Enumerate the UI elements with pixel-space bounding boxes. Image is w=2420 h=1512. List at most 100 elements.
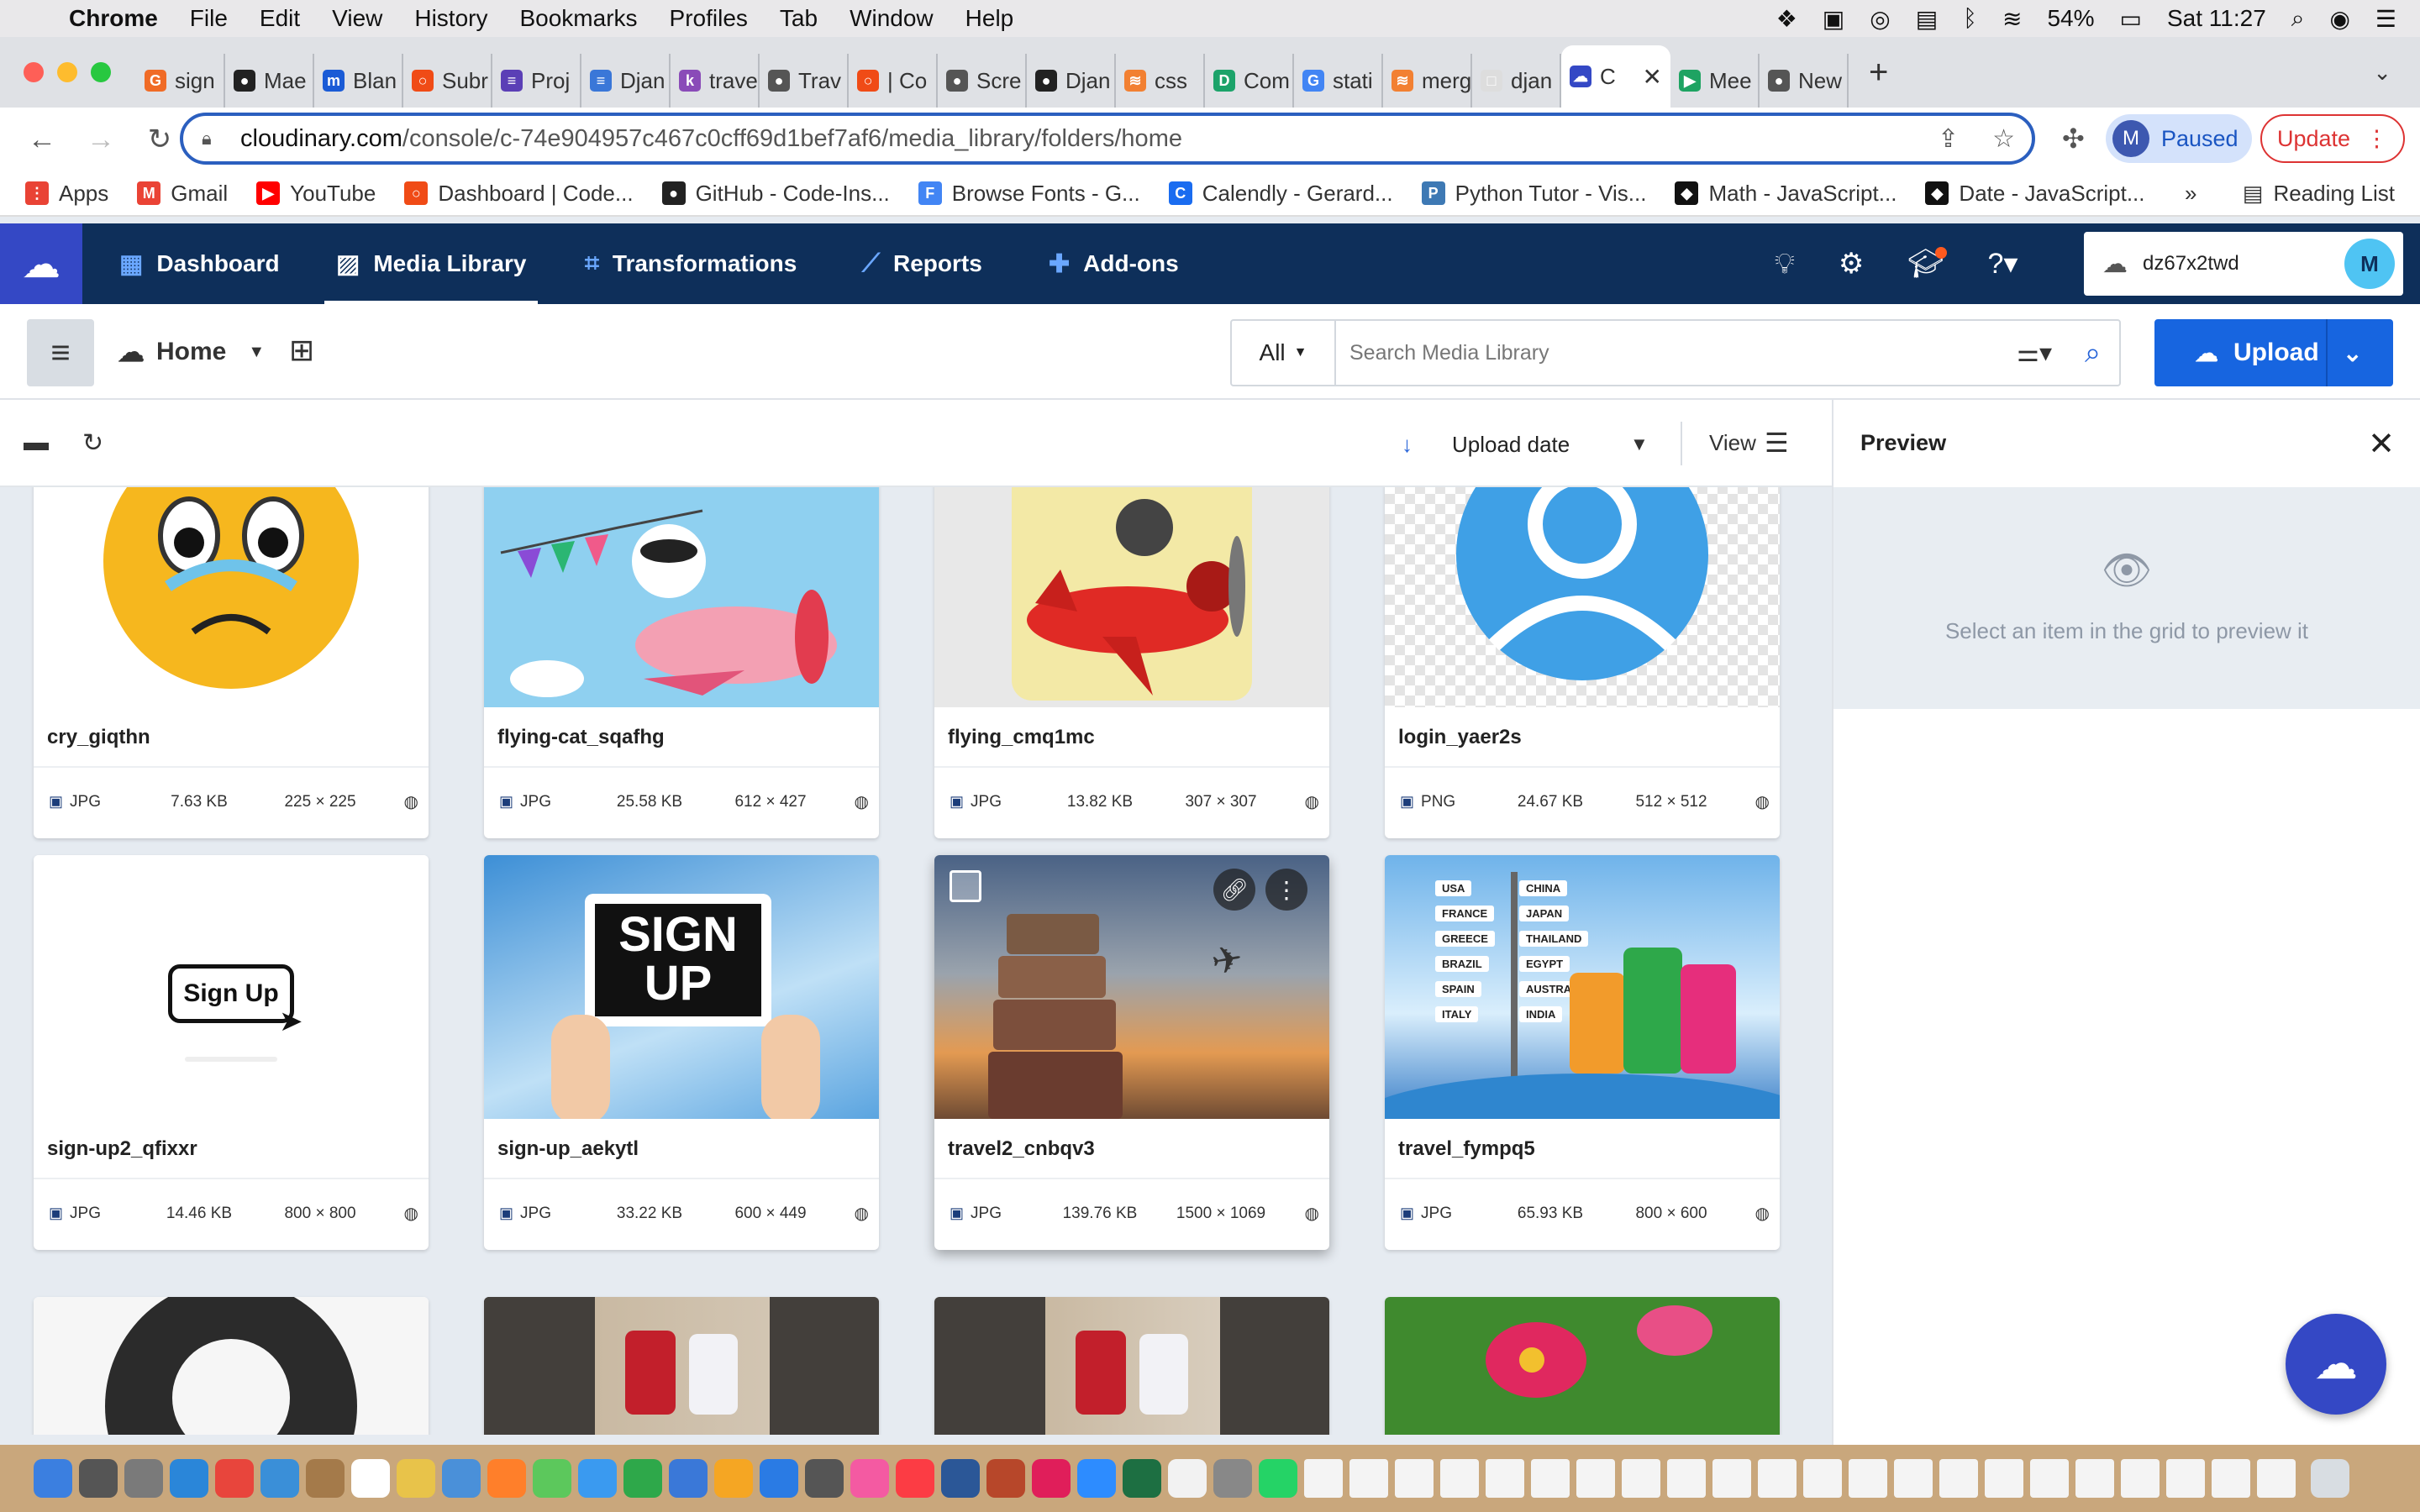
screen-record-icon[interactable]: ▣ (1823, 5, 1844, 33)
bookmark-item[interactable]: C Calendly - Gerard... (1168, 181, 1393, 207)
siri-icon[interactable]: ◉ (2329, 5, 2349, 33)
account-switcher[interactable]: ☁ dz67x2twd M (2084, 232, 2403, 296)
search-icon[interactable]: ⌕ (2085, 337, 2101, 370)
bookmarks-overflow[interactable]: » (2185, 181, 2196, 207)
browser-tab[interactable]: □ djan (1472, 54, 1561, 108)
dock-app-icon[interactable] (533, 1459, 571, 1498)
bluetooth-icon[interactable]: ᛒ (1963, 5, 1977, 32)
lightbulb-icon[interactable]: 💡︎ (1775, 248, 1795, 281)
browser-tab[interactable]: ▶ Mee (1670, 54, 1760, 108)
dock-app-icon[interactable] (941, 1459, 980, 1498)
dock-app-icon[interactable] (397, 1459, 435, 1498)
dock-app-icon[interactable] (896, 1459, 934, 1498)
dock-app-icon[interactable] (1032, 1459, 1071, 1498)
bookmark-item[interactable]: ● GitHub - Code-Ins... (661, 181, 890, 207)
dock-document-thumbnail[interactable] (1849, 1459, 1887, 1498)
browser-tab[interactable]: ≋ merg (1383, 54, 1472, 108)
dock-document-thumbnail[interactable] (1440, 1459, 1479, 1498)
asset-card[interactable]: USA CHINA FRANCE JAPAN GREECE THAILAND BRAZIL E… (1385, 855, 1780, 1250)
bookmark-item[interactable]: ▶ YouTube (256, 181, 376, 207)
menu-window[interactable]: Window (850, 5, 934, 32)
asset-name[interactable]: sign-up_aekytl (497, 1137, 639, 1161)
help-icon[interactable]: ?▾ (1987, 247, 2018, 281)
share-icon[interactable]: ⇪ (1938, 124, 1959, 154)
close-tab-icon[interactable]: ✕ (1643, 63, 1662, 91)
chevron-down-icon[interactable]: ▼ (1630, 433, 1649, 455)
sort-field[interactable]: Upload date (1452, 432, 1570, 458)
dock-app-icon[interactable] (850, 1459, 889, 1498)
list-view-icon[interactable]: ☰ (1765, 427, 1789, 459)
dock-document-thumbnail[interactable] (2121, 1459, 2160, 1498)
asset-name[interactable]: travel2_cnbqv3 (948, 1137, 1095, 1161)
dock-app-icon[interactable] (170, 1459, 208, 1498)
academy-icon[interactable]: 🎓︎ (1907, 247, 1948, 281)
profile-button[interactable]: M Paused (2106, 114, 2252, 163)
hamburger-menu-icon[interactable]: ≡ (27, 319, 94, 386)
dropbox-icon[interactable]: ❖ (1776, 5, 1797, 33)
bear-icon[interactable]: ▤ (1916, 5, 1938, 33)
browser-tab[interactable]: ≡ Djan (581, 54, 671, 108)
dock-document-thumbnail[interactable] (2075, 1459, 2114, 1498)
browser-tab[interactable]: ● Trav (760, 54, 849, 108)
reload-button[interactable]: ↻ (143, 123, 176, 156)
lock-icon[interactable]: 🔒︎ (202, 128, 212, 150)
menu-bookmarks[interactable]: Bookmarks (519, 5, 637, 32)
dock-document-thumbnail[interactable] (1894, 1459, 1933, 1498)
battery-icon[interactable]: ▭ (2120, 5, 2142, 33)
nav-media-library[interactable]: ▨ Media Library (324, 223, 539, 304)
select-checkbox[interactable] (950, 870, 981, 902)
dock-app-icon[interactable] (34, 1459, 72, 1498)
asset-card[interactable]: flying_cmq1mc ▣ JPG 13.82 KB 307 × 307 ◍ (934, 487, 1329, 838)
close-window-button[interactable] (24, 62, 44, 82)
reading-list-button[interactable]: ▤ Reading List (2243, 181, 2395, 207)
dock-document-thumbnail[interactable] (2257, 1459, 2296, 1498)
bookmark-star-icon[interactable]: ☆ (1992, 124, 2015, 154)
view-label[interactable]: View (1709, 430, 1756, 456)
dock-app-icon[interactable] (260, 1459, 299, 1498)
settings-gear-icon[interactable]: ⚙ (1839, 247, 1864, 281)
search-scope-select[interactable]: All ▼ (1232, 321, 1336, 385)
upload-options-chevron-icon[interactable]: ⌄ (2343, 339, 2362, 367)
asset-card[interactable]: cry_giqthn ▣ JPG 7.63 KB 225 × 225 ◍ (34, 487, 429, 838)
menu-tab[interactable]: Tab (780, 5, 818, 32)
menu-edit[interactable]: Edit (260, 5, 300, 32)
browser-tab[interactable]: k trave (671, 54, 760, 108)
browser-tab[interactable]: m Blan (314, 54, 403, 108)
dock-app-icon[interactable] (215, 1459, 254, 1498)
dock-app-icon[interactable] (124, 1459, 163, 1498)
dock-app-icon[interactable] (805, 1459, 844, 1498)
dock-document-thumbnail[interactable] (1803, 1459, 1842, 1498)
bookmark-item[interactable]: ⋮ Apps (25, 181, 108, 207)
filter-sliders-icon[interactable]: ⚌▾ (2017, 339, 2052, 368)
copy-link-icon[interactable]: 🔗︎ (1213, 869, 1255, 911)
menu-history[interactable]: History (414, 5, 487, 32)
browser-tab[interactable]: ● Mae (225, 54, 314, 108)
cloudinary-logo-icon[interactable]: ☁ (0, 223, 82, 304)
asset-name[interactable]: travel_fympq5 (1398, 1137, 1535, 1161)
menu-view[interactable]: View (332, 5, 382, 32)
dock-document-thumbnail[interactable] (2030, 1459, 2069, 1498)
search-input[interactable] (1349, 340, 1988, 365)
bookmark-item[interactable]: F Browse Fonts - G... (918, 181, 1140, 207)
asset-name[interactable]: sign-up2_qfixxr (47, 1137, 197, 1161)
dock-app-icon[interactable] (623, 1459, 662, 1498)
dock-document-thumbnail[interactable] (1985, 1459, 2023, 1498)
dock-app-icon[interactable] (1123, 1459, 1161, 1498)
dock-document-thumbnail[interactable] (1622, 1459, 1660, 1498)
tab-search-icon[interactable]: ⌄ (2373, 60, 2391, 86)
sort-direction-arrow-icon[interactable]: ↓ (1402, 432, 1413, 458)
dock-app-icon[interactable] (442, 1459, 481, 1498)
browser-tab[interactable]: ● Djan (1027, 54, 1116, 108)
asset-card[interactable]: SIGN UP sign-up_aekytl ▣ JPG 33.22 KB 60… (484, 855, 879, 1250)
new-tab-button[interactable]: + (1869, 54, 1888, 92)
asset-card[interactable]: login_yaer2s ▣ PNG 24.67 KB 512 × 512 ◍ (1385, 487, 1780, 838)
asset-card[interactable] (1385, 1297, 1780, 1435)
dock-app-icon[interactable] (1259, 1459, 1297, 1498)
dock-app-icon[interactable] (306, 1459, 345, 1498)
dock-app-icon[interactable] (1213, 1459, 1252, 1498)
back-button[interactable]: ← (25, 123, 59, 156)
menu-help[interactable]: Help (965, 5, 1014, 32)
dock-document-thumbnail[interactable] (1758, 1459, 1797, 1498)
close-icon[interactable]: ✕ (2368, 425, 2395, 463)
dock-document-thumbnail[interactable] (1531, 1459, 1570, 1498)
